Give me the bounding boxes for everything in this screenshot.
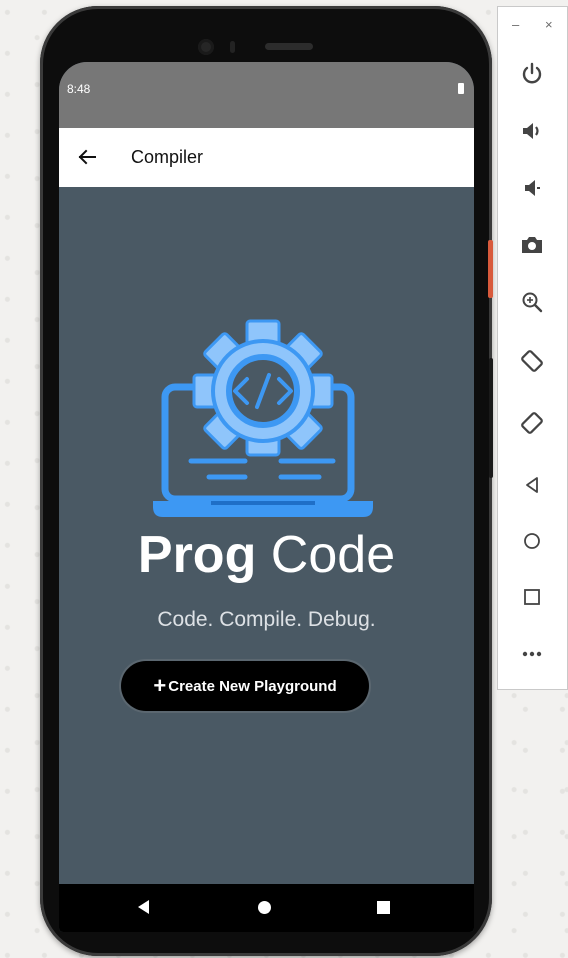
minimize-icon[interactable]: – (512, 17, 519, 32)
home-icon (524, 533, 540, 549)
proximity-sensor (230, 41, 235, 53)
back-icon (526, 477, 538, 493)
volume-down-icon (525, 180, 540, 196)
create-new-playground-button[interactable]: + Create New Playground (121, 661, 369, 711)
window-controls: – × (498, 17, 567, 35)
power-side-button (488, 240, 493, 298)
create-button-label: Create New Playground (168, 677, 337, 695)
phone-screen: 8:48 Compiler Prog Code Code. Compile. D… (59, 62, 474, 932)
laptop-gear-logo-icon (153, 319, 373, 517)
app-bar-title: Compiler (131, 147, 204, 167)
front-camera (198, 39, 214, 55)
zoom-button[interactable] (516, 286, 548, 318)
brand-light-text: Code (270, 526, 396, 584)
zoom-icon (522, 292, 543, 313)
nav-back-icon[interactable] (138, 900, 149, 914)
emulator-toolbar: – × (497, 6, 568, 690)
more-icon (522, 651, 542, 657)
main-content: Prog Code Code. Compile. Debug. + Create… (59, 187, 474, 884)
app-brand-title: Prog Code (59, 529, 474, 581)
close-icon[interactable]: × (545, 17, 553, 32)
power-button[interactable] (516, 58, 548, 90)
battery-icon (458, 83, 464, 94)
rotate-right-icon (521, 412, 543, 434)
rotate-left-button[interactable] (516, 345, 548, 377)
volume-up-button[interactable] (516, 115, 548, 147)
plus-icon: + (153, 673, 167, 698)
volume-down-button[interactable] (516, 172, 548, 204)
app-bar: Compiler (59, 128, 474, 187)
earpiece-speaker (265, 43, 313, 50)
back-arrow-icon[interactable] (77, 147, 97, 167)
nav-recents-icon[interactable] (377, 901, 390, 914)
home-button[interactable] (516, 525, 548, 557)
nav-home-icon[interactable] (258, 901, 271, 914)
more-button[interactable] (516, 637, 548, 669)
brand-bold-text: Prog (137, 526, 257, 584)
rotate-left-icon (521, 350, 543, 372)
back-button[interactable] (516, 469, 548, 501)
overview-icon (524, 589, 540, 605)
volume-up-icon (523, 123, 539, 139)
camera-icon (522, 237, 542, 253)
screenshot-button[interactable] (516, 229, 548, 261)
android-nav-bar (59, 884, 474, 932)
overview-button[interactable] (516, 581, 548, 613)
status-time: 8:48 (67, 82, 91, 96)
volume-side-button (489, 358, 493, 478)
rotate-right-button[interactable] (516, 407, 548, 439)
power-icon (522, 62, 542, 84)
status-bar: 8:48 (59, 62, 474, 128)
tagline: Code. Compile. Debug. (157, 608, 376, 631)
